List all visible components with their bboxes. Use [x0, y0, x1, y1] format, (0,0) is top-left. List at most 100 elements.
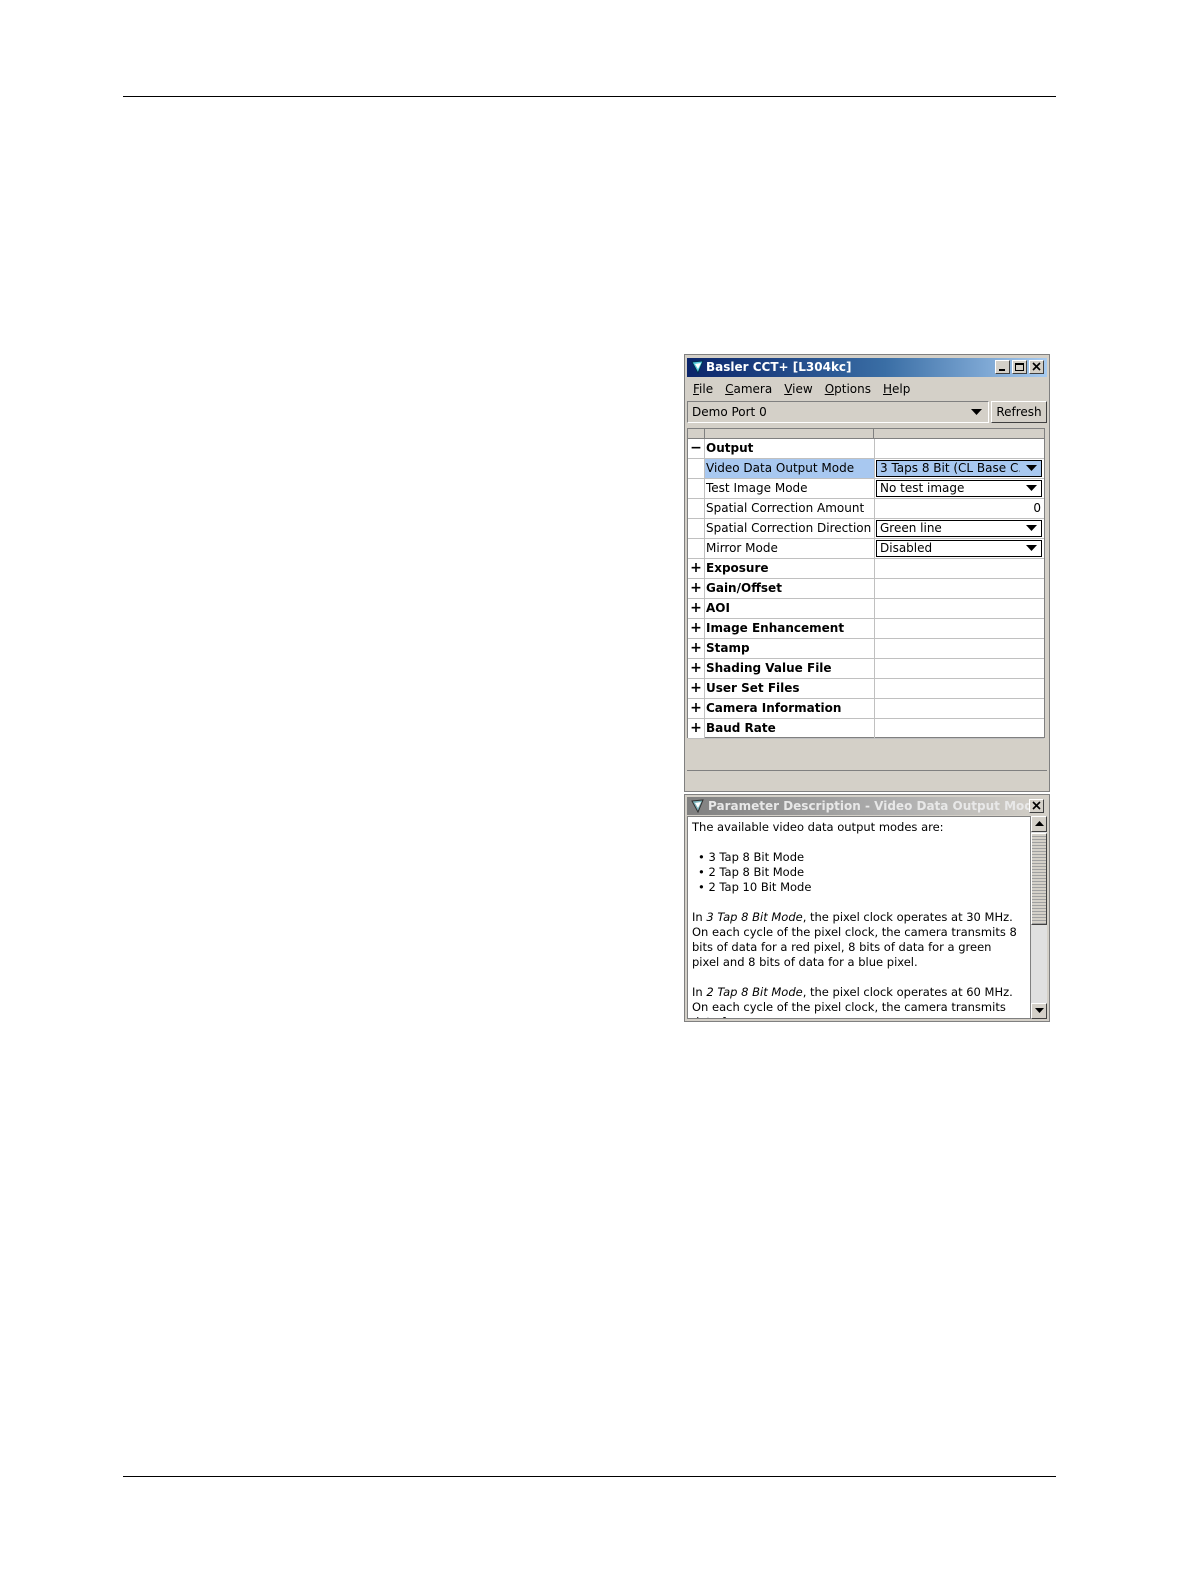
row-gutter: [688, 539, 705, 558]
window-title: Basler CCT+ [L304kc]: [706, 360, 852, 374]
category-label[interactable]: User Set Files: [705, 679, 875, 698]
property-row[interactable]: + Stamp: [688, 639, 1044, 659]
expand-icon[interactable]: +: [688, 559, 705, 578]
property-value-cell: [875, 719, 1044, 738]
category-label[interactable]: Baud Rate: [705, 719, 875, 738]
description-paragraph: In 2 Tap 8 Bit Mode, the pixel clock ope…: [692, 985, 1013, 1018]
property-value-cell: [875, 679, 1044, 698]
close-button[interactable]: [1029, 360, 1044, 374]
property-name: Mirror Mode: [705, 539, 875, 558]
property-value-cell[interactable]: Green line: [875, 519, 1044, 538]
description-window: Parameter Description - Video Data Outpu…: [684, 794, 1050, 1022]
refresh-button[interactable]: Refresh: [991, 401, 1047, 423]
expand-icon[interactable]: +: [688, 619, 705, 638]
category-label[interactable]: Image Enhancement: [705, 619, 875, 638]
category-label[interactable]: Shading Value File: [705, 659, 875, 678]
menu-item-3[interactable]: Options: [819, 379, 877, 399]
dropdown-value: No test image: [880, 481, 965, 495]
port-select[interactable]: Demo Port 0: [687, 401, 989, 423]
top-rule: [123, 96, 1056, 97]
row-gutter: [688, 499, 705, 518]
description-close-button[interactable]: [1029, 799, 1044, 813]
property-name: Test Image Mode: [705, 479, 875, 498]
property-row[interactable]: + User Set Files: [688, 679, 1044, 699]
description-body: The available video data output modes ar…: [687, 816, 1031, 1019]
dropdown-value: 3 Taps 8 Bit (CL Base C...: [880, 461, 1020, 475]
property-row[interactable]: + Gain/Offset: [688, 579, 1044, 599]
property-row[interactable]: Video Data Output Mode 3 Taps 8 Bit (CL B…: [688, 459, 1044, 479]
collapse-icon[interactable]: −: [688, 439, 705, 458]
description-paragraph: In 3 Tap 8 Bit Mode, the pixel clock ope…: [692, 910, 1017, 969]
status-divider: [687, 770, 1047, 771]
bottom-rule: [123, 1476, 1056, 1477]
value-dropdown[interactable]: 3 Taps 8 Bit (CL Base C...: [876, 460, 1042, 477]
app-icon: [691, 799, 704, 814]
category-label[interactable]: Output: [705, 439, 875, 458]
property-row[interactable]: − Output: [688, 439, 1044, 459]
scroll-up-button[interactable]: [1031, 816, 1047, 832]
expand-icon[interactable]: +: [688, 599, 705, 618]
numeric-value[interactable]: 0: [1033, 499, 1041, 518]
minimize-icon: [999, 369, 1005, 371]
menu-item-4[interactable]: Help: [877, 379, 916, 399]
property-row[interactable]: + Image Enhancement: [688, 619, 1044, 639]
property-value-cell: [875, 639, 1044, 658]
chevron-down-icon: [1026, 465, 1037, 471]
main-window: Basler CCT+ [L304kc] File Camera View Optio…: [684, 354, 1050, 792]
expand-icon[interactable]: +: [688, 679, 705, 698]
minimize-button[interactable]: [995, 360, 1010, 374]
property-row[interactable]: Mirror Mode Disabled: [688, 539, 1044, 559]
property-value-cell[interactable]: Disabled: [875, 539, 1044, 558]
property-value-cell: [875, 579, 1044, 598]
vertical-scrollbar[interactable]: [1031, 816, 1047, 1019]
menu-item-2[interactable]: View: [778, 379, 818, 399]
property-value-cell: [875, 659, 1044, 678]
expand-icon[interactable]: +: [688, 699, 705, 718]
scroll-down-button[interactable]: [1031, 1003, 1047, 1019]
property-row[interactable]: + AOI: [688, 599, 1044, 619]
description-title-bar[interactable]: Parameter Description - Video Data Outpu…: [687, 797, 1047, 815]
menu-item-1[interactable]: Camera: [719, 379, 778, 399]
row-gutter: [688, 519, 705, 538]
expand-icon[interactable]: +: [688, 639, 705, 658]
expand-icon[interactable]: +: [688, 719, 705, 738]
arrow-up-icon: [1035, 821, 1044, 826]
close-icon: [1032, 362, 1041, 371]
chevron-down-icon: [1026, 525, 1037, 531]
property-row[interactable]: Spatial Correction Direction Green line: [688, 519, 1044, 539]
category-label[interactable]: Camera Information: [705, 699, 875, 718]
property-row[interactable]: + Baud Rate: [688, 719, 1044, 739]
bullet-item: • 2 Tap 8 Bit Mode: [698, 865, 805, 879]
value-dropdown[interactable]: Disabled: [876, 540, 1042, 557]
property-row[interactable]: Spatial Correction Amount 0: [688, 499, 1044, 519]
property-row[interactable]: + Exposure: [688, 559, 1044, 579]
bullet-item: • 3 Tap 8 Bit Mode: [698, 850, 805, 864]
menu-item-0[interactable]: File: [687, 379, 719, 399]
property-value-cell[interactable]: No test image: [875, 479, 1044, 498]
property-row[interactable]: + Shading Value File: [688, 659, 1044, 679]
row-gutter: [688, 479, 705, 498]
category-label[interactable]: Gain/Offset: [705, 579, 875, 598]
title-bar[interactable]: Basler CCT+ [L304kc]: [687, 358, 1047, 377]
property-value-cell[interactable]: 3 Taps 8 Bit (CL Base C...: [875, 459, 1044, 478]
property-row[interactable]: Test Image Mode No test image: [688, 479, 1044, 499]
property-row[interactable]: + Camera Information: [688, 699, 1044, 719]
menu-bar: File Camera View Options Help: [687, 379, 916, 399]
maximize-button[interactable]: [1012, 360, 1027, 374]
category-label[interactable]: AOI: [705, 599, 875, 618]
scroll-thumb[interactable]: [1031, 833, 1047, 925]
property-value-cell[interactable]: 0: [875, 499, 1044, 518]
chevron-down-icon: [1026, 545, 1037, 551]
bullet-item: • 2 Tap 10 Bit Mode: [698, 880, 812, 894]
expand-icon[interactable]: +: [688, 579, 705, 598]
dropdown-value: Green line: [880, 521, 942, 535]
port-select-value: Demo Port 0: [692, 405, 767, 419]
category-label[interactable]: Stamp: [705, 639, 875, 658]
grid-header: [688, 429, 1044, 439]
expand-icon[interactable]: +: [688, 659, 705, 678]
property-value-cell: [875, 439, 1044, 458]
value-dropdown[interactable]: No test image: [876, 480, 1042, 497]
category-label[interactable]: Exposure: [705, 559, 875, 578]
chevron-down-icon: [971, 409, 982, 415]
value-dropdown[interactable]: Green line: [876, 520, 1042, 537]
